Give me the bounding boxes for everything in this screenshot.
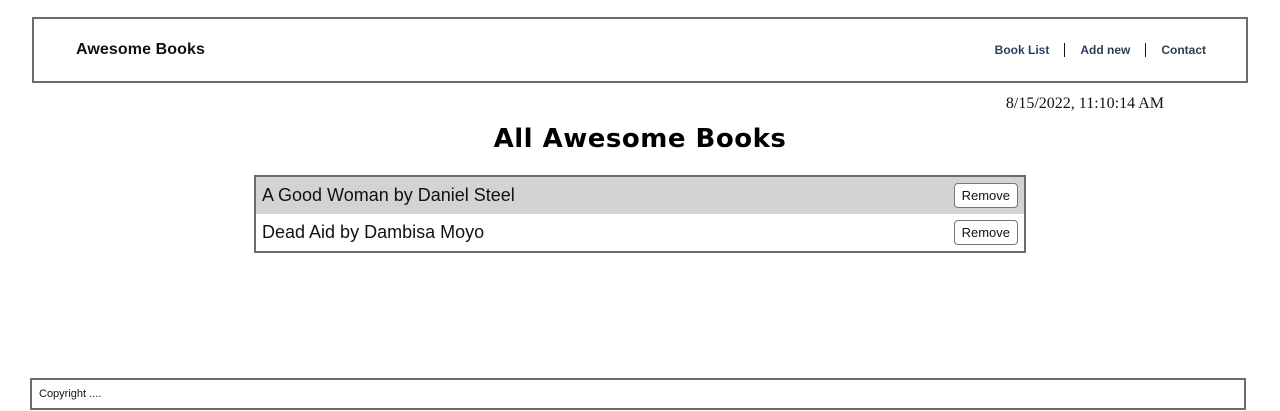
- site-footer: Copyright ....: [30, 378, 1246, 410]
- main-nav: Book List Add new Contact: [980, 43, 1206, 57]
- book-list: A Good Woman by Daniel Steel Remove Dead…: [254, 175, 1026, 253]
- nav-link-contact[interactable]: Contact: [1146, 43, 1206, 57]
- copyright-text: Copyright ....: [39, 388, 102, 400]
- nav-link-book-list[interactable]: Book List: [980, 43, 1065, 57]
- remove-button[interactable]: Remove: [953, 183, 1018, 208]
- remove-button[interactable]: Remove: [953, 220, 1018, 245]
- book-row: A Good Woman by Daniel Steel Remove: [256, 177, 1024, 214]
- book-title-author: Dead Aid by Dambisa Moyo: [262, 222, 485, 242]
- nav-link-add-new[interactable]: Add new: [1065, 43, 1145, 57]
- brand-logo-text: Awesome Books: [76, 41, 206, 58]
- book-title-author: A Good Woman by Daniel Steel: [262, 185, 515, 205]
- current-datetime: 8/15/2022, 11:10:14 AM: [1005, 95, 1164, 112]
- page: Awesome Books Book List Add new Contact …: [0, 0, 1280, 411]
- page-title: All Awesome Books: [493, 124, 787, 154]
- site-header: Awesome Books Book List Add new Contact: [32, 17, 1248, 83]
- book-row: Dead Aid by Dambisa Moyo Remove: [256, 214, 1024, 251]
